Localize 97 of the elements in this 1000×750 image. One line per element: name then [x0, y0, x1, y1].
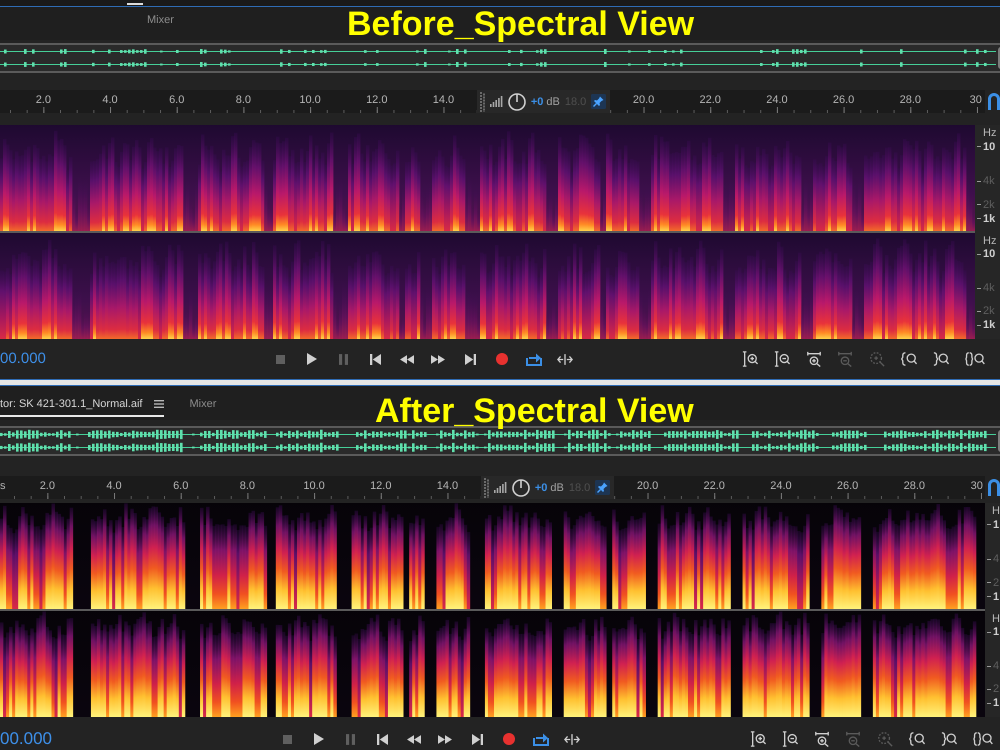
ruler-label: 14.0: [436, 480, 458, 492]
ruler-label: 24.0: [770, 480, 792, 492]
tray-arrow-icon[interactable]: [532, 732, 548, 746]
skip-to-end-icon[interactable]: [464, 354, 476, 364]
menu-icon[interactable]: [154, 400, 164, 408]
axis-label: 4: [993, 553, 1000, 566]
overlay-caption: After_Spectral View: [375, 393, 694, 429]
ruler-label: 2.0: [36, 94, 51, 106]
vertical-zoom-out-icon[interactable]: [774, 351, 790, 367]
overlay-caption: Before_Spectral View: [347, 6, 694, 42]
gain-value[interactable]: +0: [530, 96, 544, 108]
play-icon[interactable]: [306, 353, 317, 365]
ruler-label: 2.0: [40, 480, 55, 492]
split-arrows-icon[interactable]: [557, 354, 574, 364]
rewind-icon[interactable]: [406, 734, 421, 744]
ruler-label: 30: [970, 94, 982, 106]
axis-label: 4k: [983, 175, 995, 188]
ruler-label: 22.0: [700, 94, 721, 106]
ruler-label: 6.0: [169, 94, 184, 106]
axis-label: 1: [993, 626, 1000, 638]
gain-unit: dB: [550, 482, 564, 494]
vertical-zoom-in-icon[interactable]: [742, 351, 758, 367]
ruler-label: 14.0: [432, 94, 454, 106]
axis-label: 1k: [983, 319, 996, 332]
play-icon[interactable]: [314, 733, 324, 745]
ruler-label: 26.0: [832, 94, 854, 106]
gain-unit: dB: [546, 96, 560, 108]
axis-label: 10: [983, 248, 996, 260]
zoom-full-icon[interactable]: [965, 351, 985, 367]
time-display: 00.000: [0, 729, 52, 748]
rewind-icon[interactable]: [400, 354, 414, 364]
axis-label: 4k: [983, 282, 995, 294]
vertical-zoom-in-icon[interactable]: [750, 731, 766, 747]
panel-tab[interactable]: tor: SK 421-301.1_Normal.aif: [0, 396, 164, 417]
magnet-icon[interactable]: [988, 92, 1000, 110]
skip-to-end-icon[interactable]: [472, 734, 483, 744]
ruler-label: 12.0: [370, 480, 392, 492]
ruler-label: 20.0: [632, 94, 654, 106]
zoom-left-icon[interactable]: [909, 731, 926, 747]
horizontal-zoom-in-icon[interactable]: [806, 351, 822, 367]
knob-icon[interactable]: [508, 92, 526, 110]
ruler-label: 28.0: [900, 94, 921, 106]
ruler-label: 10.0: [299, 94, 321, 106]
pin-icon[interactable]: [595, 480, 610, 495]
record-icon[interactable]: [502, 733, 515, 745]
split-arrows-icon[interactable]: [564, 734, 580, 744]
volume-bars-icon: [490, 96, 503, 107]
axis-label: 10: [983, 140, 996, 153]
ruler-label: 26.0: [836, 480, 858, 492]
ruler-label: 6.0: [173, 480, 188, 492]
zoom-left-icon[interactable]: [901, 351, 918, 367]
panel-tab[interactable]: Mixer: [147, 12, 174, 33]
fast-forward-icon[interactable]: [431, 354, 446, 364]
ruler-label: s: [0, 480, 6, 492]
skip-to-start-icon[interactable]: [370, 354, 381, 364]
axis-unit-label: H: [992, 505, 1000, 517]
zoom-right-icon[interactable]: [933, 351, 950, 367]
ruler-label: 28.0: [904, 480, 925, 492]
pin-icon[interactable]: [591, 94, 606, 109]
axis-unit-label: Hz: [983, 127, 996, 139]
record-icon[interactable]: [496, 353, 508, 365]
ruler-label: 8.0: [240, 480, 256, 492]
ruler-label: 30: [970, 480, 983, 492]
volume-bars-icon: [494, 482, 507, 493]
gain-value[interactable]: +0: [534, 482, 548, 494]
ruler-label: 4.0: [106, 480, 122, 492]
vertical-zoom-out-icon[interactable]: [782, 731, 798, 747]
axis-label: 1: [993, 590, 1000, 603]
axis-label: 1: [993, 518, 1000, 531]
ruler-label: 22.0: [704, 480, 725, 492]
axis-label: 4: [993, 660, 1000, 672]
fast-forward-icon[interactable]: [438, 734, 452, 744]
zoom-right-icon[interactable]: [941, 731, 958, 747]
ruler-label: 8.0: [236, 94, 252, 106]
axis-label: 2: [993, 576, 1000, 589]
drag-grip-icon[interactable]: [484, 478, 489, 498]
ruler-label: 4.0: [102, 94, 118, 106]
axis-label: 2k: [983, 305, 995, 318]
axis-label: 2: [993, 683, 1000, 696]
knob-icon[interactable]: [512, 478, 530, 496]
time-display: 00.000: [0, 350, 46, 367]
ruler-label: 12.0: [366, 94, 388, 106]
skip-to-start-icon[interactable]: [376, 734, 388, 744]
magnet-icon[interactable]: [988, 478, 1000, 496]
drag-grip-icon[interactable]: [480, 92, 485, 112]
axis-unit-label: Hz: [983, 235, 996, 247]
ruler-label: 24.0: [766, 94, 788, 106]
axis-unit-label: H: [992, 613, 1000, 625]
panel-tab[interactable]: Mixer: [189, 396, 216, 417]
axis-label: 2k: [983, 198, 995, 211]
zoom-full-icon[interactable]: [973, 731, 993, 747]
axis-label: 1: [993, 697, 1000, 710]
ruler-label: 20.0: [636, 480, 658, 492]
horizontal-zoom-in-icon[interactable]: [814, 731, 830, 747]
ruler-label: 10.0: [303, 480, 325, 492]
axis-label: 1k: [983, 212, 996, 225]
tray-arrow-icon[interactable]: [526, 352, 542, 366]
